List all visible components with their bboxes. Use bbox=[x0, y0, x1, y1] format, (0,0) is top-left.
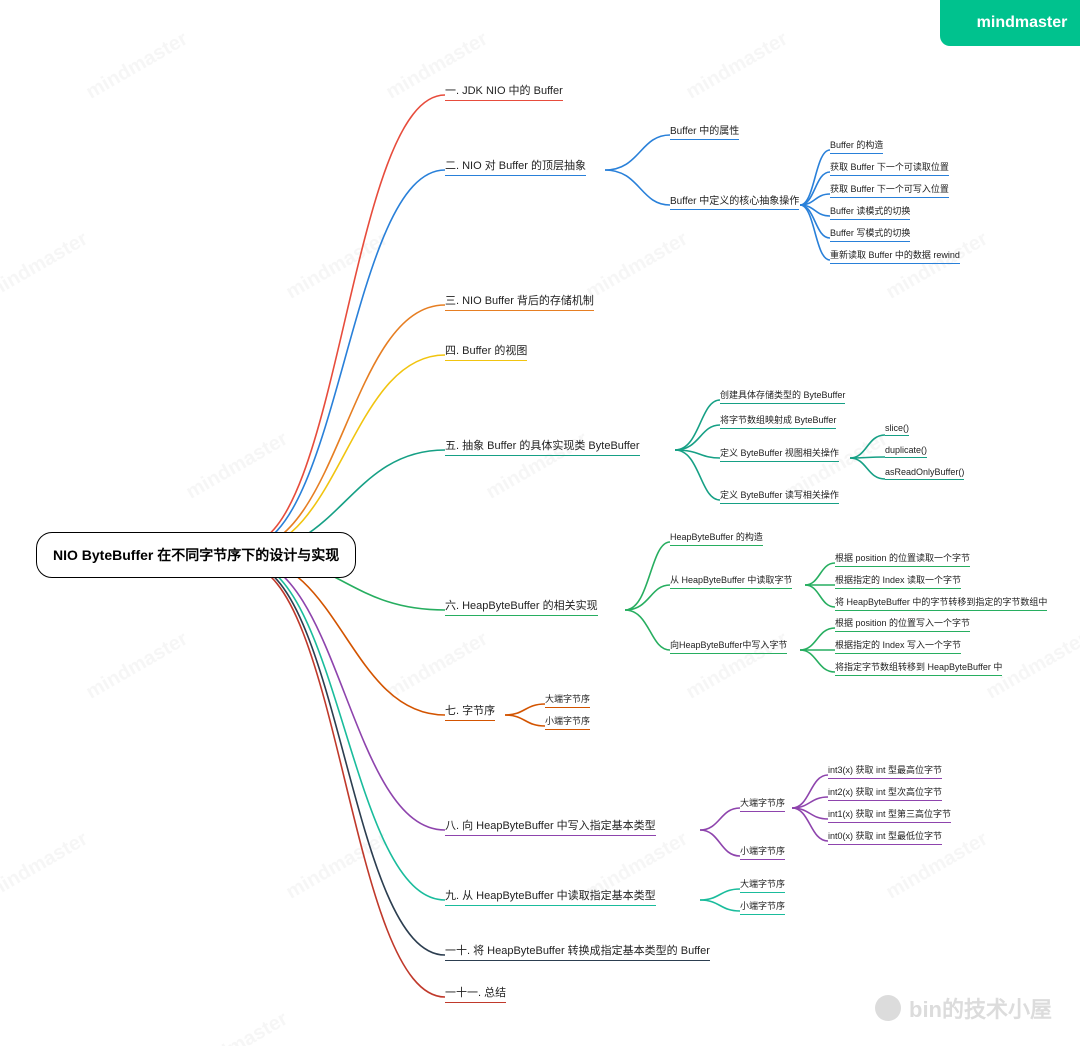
b5-c3[interactable]: 定义 ByteBuffer 视图相关操作 bbox=[720, 446, 839, 462]
root-node[interactable]: NIO ByteBuffer 在不同字节序下的设计与实现 bbox=[36, 532, 356, 578]
branch-11[interactable]: 一十一. 总结 bbox=[445, 984, 506, 1003]
b2-c2[interactable]: Buffer 中定义的核心抽象操作 bbox=[670, 192, 799, 210]
b5-c3-2[interactable]: duplicate() bbox=[885, 445, 927, 458]
b5-c3-1[interactable]: slice() bbox=[885, 423, 909, 436]
branch-7[interactable]: 七. 字节序 bbox=[445, 702, 495, 721]
wechat-icon bbox=[875, 995, 901, 1021]
b6-c2-2[interactable]: 根据指定的 Index 读取一个字节 bbox=[835, 573, 961, 589]
b5-c2[interactable]: 将字节数组映射成 ByteBuffer bbox=[720, 413, 836, 429]
b6-c1[interactable]: HeapByteBuffer 的构造 bbox=[670, 530, 763, 546]
b6-c3-2[interactable]: 根据指定的 Index 写入一个字节 bbox=[835, 638, 961, 654]
branch-6[interactable]: 六. HeapByteBuffer 的相关实现 bbox=[445, 597, 598, 616]
b2-c2-5[interactable]: Buffer 写模式的切换 bbox=[830, 226, 910, 242]
b2-c2-2[interactable]: 获取 Buffer 下一个可读取位置 bbox=[830, 160, 949, 176]
b5-c1[interactable]: 创建具体存储类型的 ByteBuffer bbox=[720, 388, 845, 404]
b8-c1-2[interactable]: int2(x) 获取 int 型次高位字节 bbox=[828, 785, 942, 801]
b5-c3-3[interactable]: asReadOnlyBuffer() bbox=[885, 467, 964, 480]
b7-c1[interactable]: 大端字节序 bbox=[545, 692, 590, 708]
branch-3[interactable]: 三. NIO Buffer 背后的存储机制 bbox=[445, 292, 594, 311]
b6-c2-3[interactable]: 将 HeapByteBuffer 中的字节转移到指定的字节数组中 bbox=[835, 595, 1047, 611]
branch-9[interactable]: 九. 从 HeapByteBuffer 中读取指定基本类型 bbox=[445, 887, 656, 906]
b2-c1[interactable]: Buffer 中的属性 bbox=[670, 122, 739, 140]
b6-c2[interactable]: 从 HeapByteBuffer 中读取字节 bbox=[670, 573, 792, 589]
b2-c2-4[interactable]: Buffer 读模式的切换 bbox=[830, 204, 910, 220]
branch-8[interactable]: 八. 向 HeapByteBuffer 中写入指定基本类型 bbox=[445, 817, 656, 836]
branch-10[interactable]: 一十. 将 HeapByteBuffer 转换成指定基本类型的 Buffer bbox=[445, 942, 710, 961]
b5-c4[interactable]: 定义 ByteBuffer 读写相关操作 bbox=[720, 488, 839, 504]
b6-c2-1[interactable]: 根据 position 的位置读取一个字节 bbox=[835, 551, 970, 567]
b7-c2[interactable]: 小端字节序 bbox=[545, 714, 590, 730]
b8-c1[interactable]: 大端字节序 bbox=[740, 796, 785, 812]
b9-c1[interactable]: 大端字节序 bbox=[740, 877, 785, 893]
b9-c2[interactable]: 小端字节序 bbox=[740, 899, 785, 915]
b6-c3-3[interactable]: 将指定字节数组转移到 HeapByteBuffer 中 bbox=[835, 660, 1002, 676]
b2-c2-1[interactable]: Buffer 的构造 bbox=[830, 138, 883, 154]
b6-c3[interactable]: 向HeapByteBuffer中写入字节 bbox=[670, 638, 787, 654]
mindmaster-badge: mindmaster bbox=[940, 0, 1080, 46]
b2-c2-6[interactable]: 重新读取 Buffer 中的数据 rewind bbox=[830, 248, 960, 264]
b2-c2-3[interactable]: 获取 Buffer 下一个可写入位置 bbox=[830, 182, 949, 198]
b6-c3-1[interactable]: 根据 position 的位置写入一个字节 bbox=[835, 616, 970, 632]
branch-1[interactable]: 一. JDK NIO 中的 Buffer bbox=[445, 82, 563, 101]
b8-c1-3[interactable]: int1(x) 获取 int 型第三高位字节 bbox=[828, 807, 951, 823]
branch-4[interactable]: 四. Buffer 的视图 bbox=[445, 342, 527, 361]
branch-2[interactable]: 二. NIO 对 Buffer 的顶层抽象 bbox=[445, 157, 586, 176]
branch-5[interactable]: 五. 抽象 Buffer 的具体实现类 ByteBuffer bbox=[445, 437, 640, 456]
b8-c1-4[interactable]: int0(x) 获取 int 型最低位字节 bbox=[828, 829, 942, 845]
footer-credit: bin的技术小屋 bbox=[875, 992, 1052, 1024]
b8-c1-1[interactable]: int3(x) 获取 int 型最高位字节 bbox=[828, 763, 942, 779]
b8-c2[interactable]: 小端字节序 bbox=[740, 844, 785, 860]
